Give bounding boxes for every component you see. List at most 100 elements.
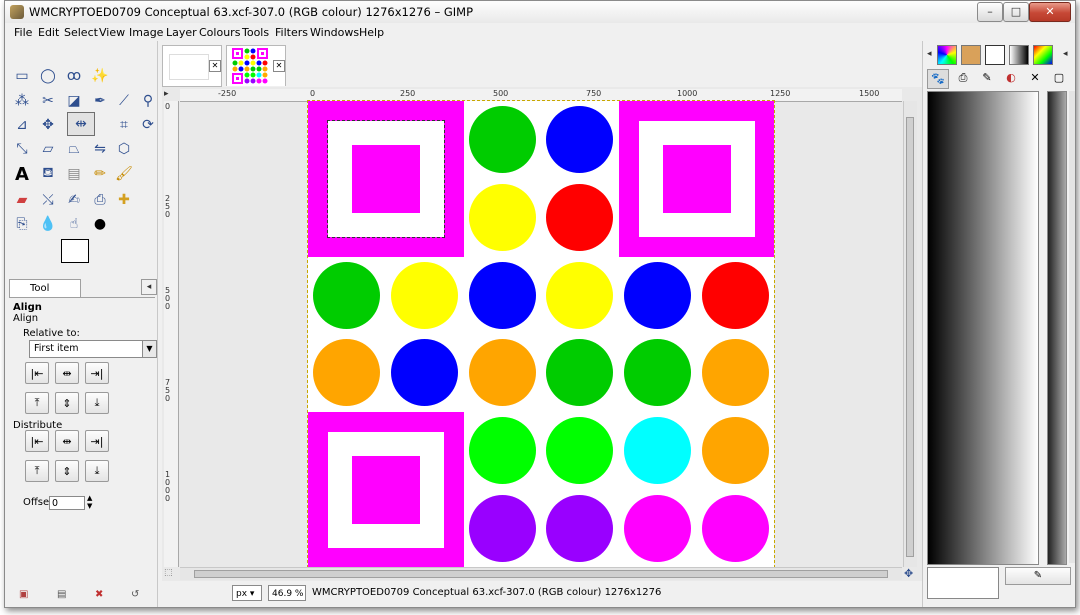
menu-help[interactable]: Help [359,26,384,39]
offset-stepper[interactable]: ▲ ▼ [87,494,92,510]
delete-options-icon[interactable]: ✖ [95,589,111,603]
circle[interactable] [624,339,691,407]
menu-view[interactable]: View [99,26,125,39]
palettes-tab-icon[interactable] [1033,45,1053,65]
navigate-icon[interactable]: ✥ [904,567,913,580]
unit-dropdown[interactable]: px ▾ [232,585,262,601]
gradient-preview-2[interactable] [1047,91,1067,565]
dock-extra-icon[interactable]: ▢ [1049,69,1069,87]
airbrush-icon[interactable]: ⤯ [37,189,59,211]
tool-options-tab[interactable]: Tool Options [9,279,81,312]
maximize-button[interactable]: □ [1003,2,1029,22]
menu-edit[interactable]: Edit [38,26,59,39]
menu-image[interactable]: Image [129,26,163,39]
blend-icon[interactable]: ▤ [63,163,85,185]
distribute-right-button[interactable]: ⇥| [85,430,109,452]
image-tab-blank[interactable]: ✕ [162,45,222,87]
circle[interactable] [624,494,691,562]
rotate-icon[interactable]: ⟳ [137,114,159,136]
circle[interactable] [701,417,769,484]
perspective-clone-icon[interactable]: ⎘ [11,213,33,235]
circle[interactable] [546,184,614,251]
circle[interactable] [624,261,691,329]
ellipse-select-icon[interactable]: ◯ [37,65,59,87]
align-center-horizontal-button[interactable]: ⇹ [55,362,79,384]
distribute-center-button[interactable]: ⇹ [55,430,79,452]
configure-tab-icon[interactable]: ◂ [141,279,157,295]
bucket-fill-icon[interactable]: ⛾ [37,163,59,185]
ink-icon[interactable]: ✍ [63,189,85,211]
circle[interactable] [546,106,614,174]
brushes-tab-icon[interactable] [961,45,981,65]
cage-transform-icon[interactable]: ⬡ [113,138,135,160]
eraser-icon[interactable]: ▰ [11,189,33,211]
relative-to-dropdown[interactable]: First item ▼ [29,340,157,358]
circle[interactable] [701,494,769,562]
dock-scroll-left-icon[interactable]: ◂ [927,49,932,59]
circle[interactable] [468,106,536,174]
circle[interactable] [546,494,614,562]
scrollbar-thumb[interactable] [194,570,888,578]
distribute-bottom-button[interactable]: ⤓ [85,460,109,482]
circle[interactable] [624,417,691,484]
circle[interactable] [468,417,536,484]
align-middle-vertical-button[interactable]: ⇕ [55,392,79,414]
scale-icon[interactable]: ⤡ [11,138,33,160]
align-icon[interactable]: ⇹ [67,112,95,136]
align-bottom-edge-button[interactable]: ⤓ [85,392,109,414]
gradients-tab-icon[interactable] [1009,45,1029,65]
dock-menu-icon[interactable]: ◂ [1063,49,1068,59]
dock-scrollbar[interactable] [1069,91,1075,563]
reset-options-icon[interactable]: ↺ [131,589,147,603]
color-picker-icon[interactable]: ⟋ [113,90,135,112]
align-top-edge-button[interactable]: ⤒ [25,392,49,414]
menu-layer[interactable]: Layer [166,26,197,39]
circle[interactable] [313,339,381,407]
circle[interactable] [546,261,614,329]
quick-mask-icon[interactable]: ⬚ [164,568,173,578]
distribute-left-button[interactable]: |⇤ [25,430,49,452]
smudge-icon[interactable]: ☝ [63,213,85,235]
menu-select[interactable]: Select [64,26,98,39]
circle[interactable] [701,261,769,329]
menu-filters[interactable]: Filters [275,26,308,39]
align-right-edge-button[interactable]: ⇥| [85,362,109,384]
fuzzy-select-icon[interactable]: ✨ [89,65,111,87]
select-by-color-icon[interactable]: ⁂ [11,90,33,112]
close-tab-icon[interactable]: ✕ [273,60,285,72]
heal-icon[interactable]: ✚ [113,189,135,211]
edit-button[interactable]: ✎ [1005,567,1071,585]
save-options-icon[interactable]: ▣ [19,589,35,603]
magenta-square[interactable] [308,101,464,257]
vertical-scrollbar[interactable] [903,101,917,567]
horizontal-scrollbar[interactable] [180,567,902,580]
perspective-icon[interactable]: ⏢ [63,138,85,160]
close-tab-icon[interactable]: ✕ [209,60,221,72]
gradient-preview[interactable] [927,91,1039,565]
measure-icon[interactable]: ⊿ [11,114,33,136]
foreground-color-swatch[interactable] [61,239,89,263]
circle[interactable] [313,261,381,329]
dock-close-icon[interactable]: ✕ [1025,69,1045,87]
color-wheel-icon[interactable]: ◐ [1001,69,1021,87]
circle[interactable] [468,494,536,562]
circle[interactable] [391,339,458,407]
distribute-top-button[interactable]: ⤒ [25,460,49,482]
foreground-select-icon[interactable]: ◪ [63,90,85,112]
distribute-middle-button[interactable]: ⇕ [55,460,79,482]
paths-icon[interactable]: ✒ [89,90,111,112]
menu-file[interactable]: File [14,26,32,39]
image-tab-active[interactable]: ✕ [226,45,286,86]
circle[interactable] [468,339,536,407]
vertical-ruler[interactable]: 0 250 500 750 1000 [164,101,179,567]
clone-icon[interactable]: ⎙ [89,189,111,211]
offset-input[interactable]: 0 [49,496,85,510]
magenta-square[interactable] [308,411,464,567]
paintbrush-icon[interactable]: 🖌 [113,163,135,185]
restore-options-icon[interactable]: ▤ [57,589,73,603]
scissors-select-icon[interactable]: ✂ [37,90,59,112]
minimize-button[interactable]: – [977,2,1003,22]
shear-icon[interactable]: ▱ [37,138,59,160]
circle[interactable] [546,339,614,407]
circle[interactable] [468,184,536,251]
